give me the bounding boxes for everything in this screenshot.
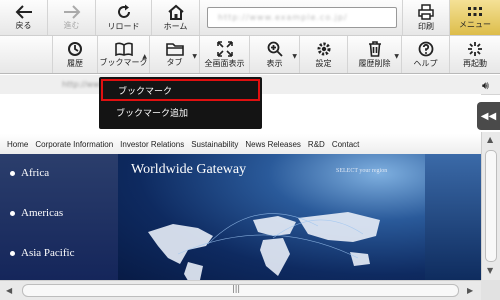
forward-label: 進む [63,20,80,30]
bullet-icon [10,210,15,216]
site-nav-corporate[interactable]: Corporate Information [35,140,113,149]
scroll-grip-icon: ||| [232,284,241,293]
double-left-arrow-icon: ◀◀ [480,110,497,122]
site-nav: Home Corporate Information Investor Rela… [0,134,481,156]
side-panel-collapse-button[interactable]: ◀◀ [477,102,500,130]
history-icon [68,41,82,56]
forward-button[interactable]: 進む [48,0,96,35]
banner-select-text: SELECT your region [336,168,388,174]
home-icon [167,4,184,20]
fullscreen-button[interactable]: 全画面表示 [200,36,250,73]
trash-icon [368,40,381,57]
region-asia-pacific[interactable]: Asia Pacific [10,247,74,259]
print-icon [418,3,434,20]
book-icon [114,42,133,56]
scroll-down-icon[interactable]: ▼ [487,266,493,275]
help-label: ヘルプ [413,58,438,68]
help-icon [418,41,433,56]
reload-button[interactable]: リロード [96,0,152,35]
home-label: ホーム [163,21,188,31]
settings-label: 設定 [315,58,332,68]
function-toolbar: 履歴 ブックマーク ▲ タブ ▼ 全画面表示 表示 ▼ 設定 履歴削除 ▼ ヘル… [0,36,500,74]
region-asia-pacific-label: Asia Pacific [21,247,75,259]
site-nav-home[interactable]: Home [7,140,28,149]
help-button[interactable]: ヘルプ [402,36,450,73]
reload-label: リロード [107,21,140,31]
bookmark-dropdown-menu: ブックマーク ブックマーク追加 [99,77,262,129]
history-button[interactable]: 履歴 [52,36,98,73]
banner-side-panel [425,154,481,280]
menu-button[interactable]: メニュー [450,0,500,35]
speaker-icon[interactable]: 🔊︎ [482,79,489,93]
bookmark-button[interactable]: ブックマーク ▲ [98,36,150,73]
back-button[interactable]: 戻る [0,0,48,35]
site-nav-investor[interactable]: Investor Relations [120,140,184,149]
view-button[interactable]: 表示 ▼ [250,36,300,73]
bullet-icon [10,250,15,256]
region-americas-label: Americas [21,207,64,219]
menu-item-add-bookmark[interactable]: ブックマーク追加 [101,103,260,125]
scrollbar-corner [481,280,500,300]
site-nav-news[interactable]: News Releases [245,140,301,149]
scroll-right-icon[interactable]: ▶ [467,286,473,295]
region-americas[interactable]: Americas [10,207,63,219]
back-label: 戻る [15,20,32,30]
menu-label: メニュー [459,19,491,29]
clear-history-button[interactable]: 履歴削除 ▼ [348,36,402,73]
fullscreen-icon [216,40,233,57]
home-button[interactable]: ホーム [152,0,200,35]
restart-label: 再起動 [463,58,487,68]
scroll-up-icon[interactable]: ▲ [487,135,493,144]
bullet-icon [10,170,15,176]
back-arrow-icon [15,4,32,19]
tab-label: タブ [166,57,183,67]
grid-icon [468,6,482,16]
fullscreen-label: 全画面表示 [204,58,245,68]
zoom-icon [267,41,283,57]
top-toolbar: 戻る 進む リロード ホーム http://www.example.co.jp/… [0,0,500,36]
vertical-scroll-thumb[interactable] [485,150,497,262]
region-africa-label: Africa [21,167,50,179]
vertical-scrollbar[interactable]: ▲ ▼ [481,132,500,280]
address-url: http://www.example.co.jp/ [218,13,348,22]
folder-icon [165,42,184,56]
tab-button[interactable]: タブ ▼ [150,36,200,73]
horizontal-scrollbar[interactable]: ◀ ||| ▶ [0,280,481,300]
restart-icon [468,41,482,56]
region-nav: Africa Americas Asia Pacific [0,154,118,280]
address-bar[interactable]: http://www.example.co.jp/ [207,7,397,28]
reload-icon [117,4,130,18]
tab-dropdown-arrow-icon: ▼ [192,53,197,60]
settings-button[interactable]: 設定 [300,36,348,73]
forward-arrow-icon [63,4,80,19]
site-nav-contact[interactable]: Contact [332,140,360,149]
print-label: 印刷 [418,21,434,31]
region-africa[interactable]: Africa [10,167,49,179]
clear-history-label: 履歴削除 [358,58,391,68]
print-button[interactable]: 印刷 [402,0,450,35]
banner-title: Worldwide Gateway [131,162,247,177]
hero-banner: Africa Americas Asia Pacific Worldwide G… [0,154,481,280]
restart-button[interactable]: 再起動 [450,36,500,73]
gear-icon [317,42,330,55]
world-map-banner: Worldwide Gateway SELECT your region [118,154,425,280]
scroll-left-icon[interactable]: ◀ [6,286,12,295]
clear-history-dropdown-arrow-icon: ▼ [394,53,399,60]
site-nav-sustainability[interactable]: Sustainability [191,140,238,149]
horizontal-scroll-thumb[interactable] [22,284,459,297]
site-nav-rd[interactable]: R&D [308,140,325,149]
view-dropdown-arrow-icon: ▼ [292,53,297,60]
menu-item-bookmarks[interactable]: ブックマーク [101,79,260,101]
bookmark-label: ブックマーク [99,57,148,67]
bookmark-dropdown-arrow-icon: ▲ [142,53,147,60]
view-label: 表示 [266,58,283,68]
history-label: 履歴 [67,58,83,68]
